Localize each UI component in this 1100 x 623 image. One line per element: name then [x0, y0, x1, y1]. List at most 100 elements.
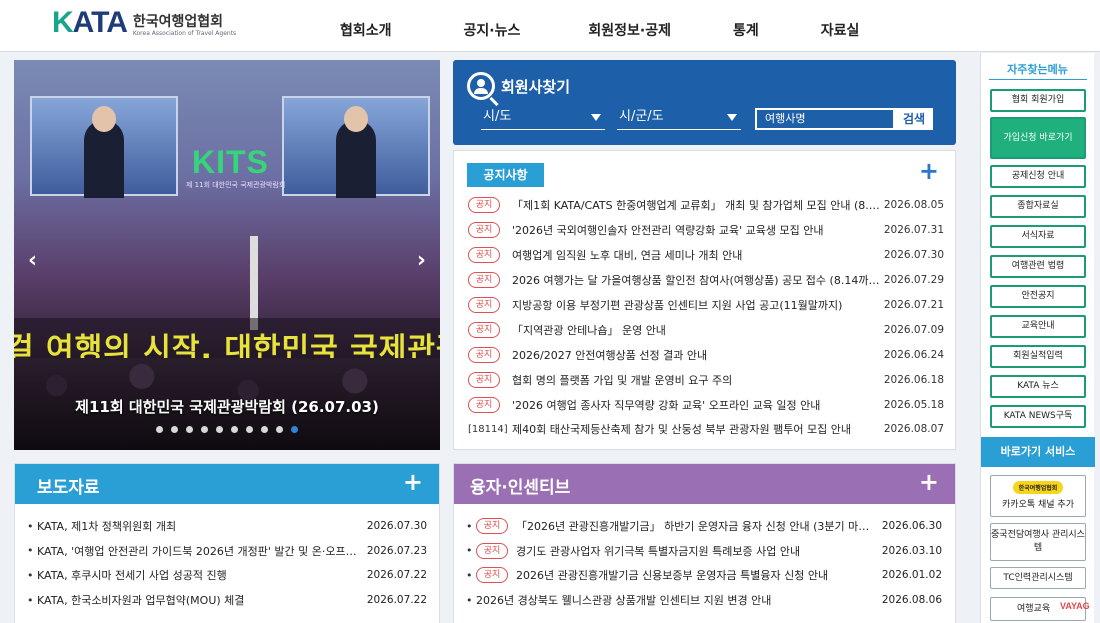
notice-date: 2026.07.31 [883, 224, 944, 237]
slider-dot[interactable] [276, 426, 283, 433]
nav-statistics[interactable]: 통계 [733, 0, 759, 52]
notice-tag: 공지 [468, 247, 500, 264]
incentive-row[interactable]: • 공지 경기도 관광사업자 위기극복 특별자금지원 특례보증 사업 안내 2026.… [466, 539, 942, 564]
nav-notice-news[interactable]: 공지·뉴스 [464, 0, 521, 52]
incentive-item-title[interactable]: 「2026년 관광진흥개발기금」 하반기 운영자금 융자 신청 안내 (3분기 … [516, 518, 876, 534]
kata-logo[interactable]: KATA 한국여행업협회 Korea Association of Travel… [52, 8, 236, 38]
notice-title[interactable]: 2026 여행가는 달 가을여행상품 할인전 참여사(여행상품) 공모 접수 (… [512, 272, 882, 288]
incentive-item-title[interactable]: 경기도 관광사업자 위기극복 특별자금지원 특례보증 사업 안내 [516, 543, 876, 559]
notice-title[interactable]: '2026 여행업 종사자 직무역량 강화 교육' 오프라인 교육 일정 안내 [512, 397, 882, 413]
quick-menu-item[interactable]: 서식자료 [990, 225, 1086, 248]
logo-korean-name: 한국여행업협회 [132, 14, 224, 30]
slider-dot[interactable] [186, 426, 193, 433]
notice-row[interactable]: 공지 여행업계 임직원 노후 대비, 연금 세미나 개최 안내 2026.07.30 [468, 243, 944, 268]
slider-dot[interactable] [291, 426, 298, 433]
kakao-channel-button[interactable]: 한국여행업협회 카카오톡 채널 추가 [990, 475, 1086, 517]
notice-row[interactable]: 공지 2026/2027 안전여행상품 선정 결과 안내 2026.06.24 [468, 342, 944, 367]
incentive-item-date: 2026.06.30 [881, 520, 942, 533]
notice-row[interactable]: 공지 2026 여행가는 달 가을여행상품 할인전 참여사(여행상품) 공모 접수… [468, 268, 944, 293]
quick-menu-item[interactable]: 교육안내 [990, 315, 1086, 338]
vayag-logo[interactable]: VAYAG [1060, 601, 1090, 611]
slider-dot[interactable] [216, 426, 223, 433]
china-agency-system-button[interactable]: 중국전담여행사 관리시스템 [990, 523, 1086, 561]
notice-title[interactable]: 2026/2027 안전여행상품 선정 결과 안내 [512, 347, 882, 363]
notice-title[interactable]: 「지역관광 안테나숍」 운영 안내 [512, 322, 882, 338]
incentive-row[interactable]: • 공지 2026년 관광진흥개발기금 신용보증부 운영자금 특별융자 신청 안내 2… [466, 563, 942, 588]
slider-next-icon[interactable]: › [417, 248, 426, 273]
press-item-title[interactable]: KATA, 후쿠시마 전세기 사업 성공적 진행 [37, 567, 361, 583]
incentive-item-date: 2026.08.06 [881, 594, 942, 607]
notice-more-icon[interactable]: + [919, 159, 939, 183]
agency-name-input[interactable]: 여행사명 [755, 108, 895, 130]
notice-title[interactable]: 지방공항 이용 부정기편 관광상품 인센티브 지원 사업 공고(11월말까지) [512, 297, 882, 313]
notice-date: 2026.06.18 [883, 373, 944, 386]
press-more-icon[interactable]: + [403, 470, 423, 494]
incentive-tag: 공지 [476, 567, 508, 584]
quick-menu-item[interactable]: KATA 뉴스 [990, 375, 1086, 398]
slider-dot[interactable] [171, 426, 178, 433]
nav-archive[interactable]: 자료실 [821, 0, 860, 52]
notice-row[interactable]: 공지 협회 명의 플랫폼 가입 및 개발 운영비 요구 주의 2026.06.18 [468, 367, 944, 392]
quick-menu-item[interactable]: 협회 회원가입 [990, 89, 1086, 112]
notice-row[interactable]: 공지 「제1회 KATA/CATS 한중여행업계 교류회」 개최 및 참가업체 모… [468, 193, 944, 218]
quick-menu-item[interactable]: 안전공지 [990, 285, 1086, 308]
bullet: • [27, 568, 34, 582]
press-title: 보도자료 [37, 478, 100, 498]
notice-title[interactable]: 제40회 태산국제등산축제 참가 및 산둥성 북부 관광자원 팸투어 모집 안내 [512, 421, 882, 437]
slider-prev-icon[interactable]: ‹ [28, 248, 37, 273]
tab-notice[interactable]: 공지사항 [467, 163, 544, 187]
nav-member-info[interactable]: 회원정보·공제 [588, 0, 671, 52]
incentive-more-icon[interactable]: + [919, 470, 939, 494]
notice-title[interactable]: '2026년 국외여행인솔자 안전관리 역량강화 교육' 교육생 모집 안내 [512, 222, 882, 238]
notice-tag: 공지 [468, 371, 500, 388]
quick-menu-item[interactable]: KATA NEWS구독 [990, 405, 1086, 428]
quick-menu-item[interactable]: 종합자료실 [990, 195, 1086, 218]
quick-menu-item[interactable]: 회원실적입력 [990, 345, 1086, 368]
slider-dot[interactable] [231, 426, 238, 433]
quick-menu-item[interactable]: 공제신청 안내 [990, 165, 1086, 188]
slider-dot[interactable] [246, 426, 253, 433]
stage-screen-left [30, 96, 178, 198]
tc-system-button[interactable]: TC인력관리시스템 [990, 567, 1086, 589]
notice-row[interactable]: 공지 「지역관광 안테나숍」 운영 안내 2026.07.09 [468, 317, 944, 342]
incentive-row[interactable]: • 공지 「2026년 관광진흥개발기금」 하반기 운영자금 융자 신청 안내 (3… [466, 514, 942, 539]
member-search-button[interactable]: 검색 [895, 108, 933, 130]
notice-date: 2026.07.30 [883, 249, 944, 262]
notice-title[interactable]: 여행업계 임직원 노후 대비, 연금 세미나 개최 안내 [512, 247, 882, 263]
quick-menu-item[interactable]: 여행관련 법령 [990, 255, 1086, 278]
nav-about[interactable]: 협회소개 [340, 0, 392, 52]
notice-list: 공지 「제1회 KATA/CATS 한중여행업계 교류회」 개최 및 참가업체 모… [468, 193, 944, 442]
notice-tag: 공지 [468, 222, 500, 239]
member-search-title: 회원사찾기 [501, 77, 571, 96]
notice-row[interactable]: [18114] 제40회 태산국제등산축제 참가 및 산둥성 북부 관광자원 팸투… [468, 417, 944, 442]
sigungu-select[interactable]: 시/군/도 [617, 108, 741, 130]
incentive-list: • 공지 「2026년 관광진흥개발기금」 하반기 운영자금 융자 신청 안내 (3… [466, 514, 942, 612]
press-row[interactable]: • KATA, '여행업 안전관리 가이드북 2026년 개정판' 발간 및 온·… [27, 539, 427, 564]
notice-row[interactable]: 공지 '2026 여행업 종사자 직무역량 강화 교육' 오프라인 교육 일정 안… [468, 392, 944, 417]
notice-title[interactable]: 협회 명의 플랫폼 가입 및 개발 운영비 요구 주의 [512, 372, 882, 388]
notice-title[interactable]: 「제1회 KATA/CATS 한중여행업계 교류회」 개최 및 참가업체 모집 … [512, 197, 882, 213]
bullet: • [27, 544, 34, 558]
bullet: • [466, 568, 473, 582]
sido-select[interactable]: 시/도 [481, 108, 605, 130]
quick-menu-item[interactable]: 가입신청 바로가기 [990, 117, 1086, 159]
press-row[interactable]: • KATA, 한국소비자원과 업무협약(MOU) 체결 2026.07.22 [27, 588, 427, 613]
slider-dot[interactable] [201, 426, 208, 433]
notice-tag: 공지 [468, 396, 500, 413]
member-search-panel: 회원사찾기 시/도 시/군/도 여행사명 검색 [453, 60, 956, 145]
main-slider[interactable]: KITS 제 11회 대한민국 국제관광박람회 걸 여행의 시작, 대한민국 국… [14, 60, 440, 450]
incentive-item-title[interactable]: 2026년 관광진흥개발기금 신용보증부 운영자금 특별융자 신청 안내 [516, 567, 876, 583]
slider-dot[interactable] [156, 426, 163, 433]
press-item-title[interactable]: KATA, 제1차 정책위원회 개최 [37, 518, 361, 534]
press-item-title[interactable]: KATA, '여행업 안전관리 가이드북 2026년 개정판' 발간 및 온·오… [37, 543, 361, 559]
incentive-item-title[interactable]: 2026년 경상북도 웰니스관광 상품개발 인센티브 지원 변경 안내 [476, 592, 876, 608]
notice-row[interactable]: 공지 '2026년 국외여행인솔자 안전관리 역량강화 교육' 교육생 모집 안내… [468, 218, 944, 243]
press-row[interactable]: • KATA, 후쿠시마 전세기 사업 성공적 진행 2026.07.22 [27, 563, 427, 588]
incentive-tag: 공지 [476, 518, 508, 535]
notice-row[interactable]: 공지 지방공항 이용 부정기편 관광상품 인센티브 지원 사업 공고(11월말까지… [468, 293, 944, 318]
press-item-title[interactable]: KATA, 한국소비자원과 업무협약(MOU) 체결 [37, 592, 361, 608]
slider-dot[interactable] [261, 426, 268, 433]
press-panel: 보도자료 + • KATA, 제1차 정책위원회 개최 2026.07.30 • KAT… [14, 463, 440, 623]
press-row[interactable]: • KATA, 제1차 정책위원회 개최 2026.07.30 [27, 514, 427, 539]
incentive-row[interactable]: • 2026년 경상북도 웰니스관광 상품개발 인센티브 지원 변경 안내 2026… [466, 588, 942, 613]
